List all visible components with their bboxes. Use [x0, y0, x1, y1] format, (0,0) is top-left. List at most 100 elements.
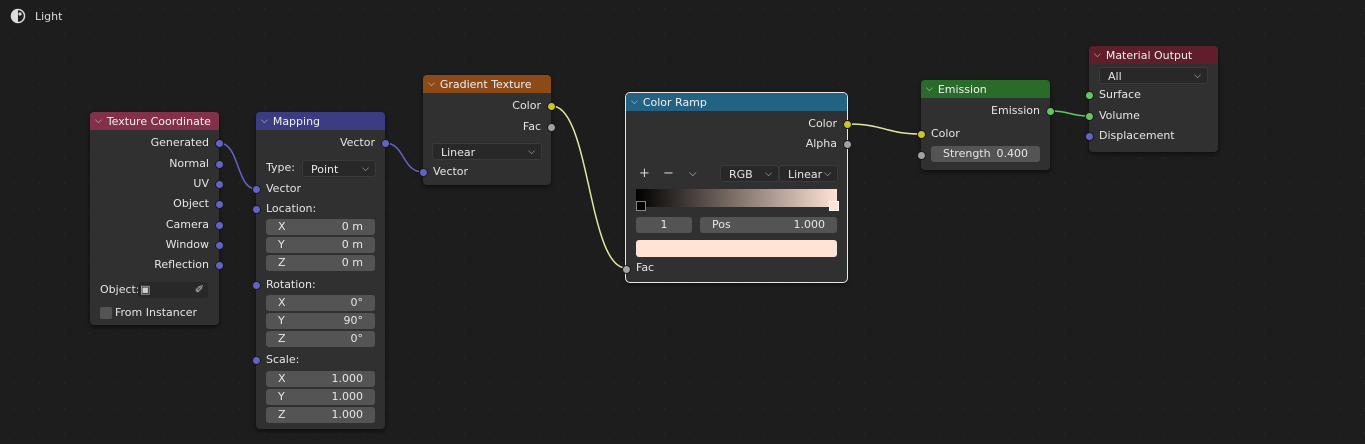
output-vector: Vector [339, 136, 375, 149]
material-output-node[interactable]: ⌵ Material Output All ⌵ Surface Volume D… [1085, 46, 1218, 152]
color-ramp-gradient-bar[interactable] [636, 189, 837, 207]
chevron-down-icon[interactable]: ⌵ [428, 79, 435, 89]
socket-vector-in[interactable] [252, 185, 261, 194]
location-x-field[interactable]: X0 m [266, 219, 375, 235]
node-title: Material Output [1105, 48, 1193, 62]
link-gradient-fac [551, 105, 627, 269]
scale-label: Scale: [266, 353, 300, 366]
output-reflection: Reflection [154, 258, 209, 271]
output-fac: Fac [522, 120, 541, 133]
link-mapping-vector [384, 142, 424, 173]
socket-alpha-out[interactable] [843, 140, 852, 149]
location-label: Location: [266, 202, 317, 215]
color-mode-dropdown[interactable]: RGB ⌵ [720, 165, 779, 182]
chevron-down-icon[interactable]: ⌵ [95, 116, 102, 126]
eyedropper-icon[interactable]: ✐ [195, 282, 204, 298]
scale-z-field[interactable]: Z 1.000 [266, 407, 375, 423]
gradient-type-value: Linear [441, 146, 476, 159]
surface-input-label: Surface [1099, 88, 1141, 101]
socket-volume-in[interactable] [1085, 112, 1094, 121]
node-title: Texture Coordinate [106, 114, 211, 128]
node-header[interactable]: ⌵ Texture Coordinate [90, 112, 219, 130]
node-header[interactable]: ⌵ Color Ramp [626, 93, 847, 111]
active-stop-index-field[interactable]: 1 [636, 217, 692, 233]
socket-scale[interactable] [252, 356, 261, 365]
object-field[interactable]: ▣ ✐ [138, 282, 208, 298]
socket-fac-in[interactable] [622, 265, 631, 274]
output-camera: Camera [165, 218, 209, 231]
socket-surface-in[interactable] [1085, 91, 1094, 100]
vector-input-label: Vector [266, 182, 302, 195]
stop-color-swatch[interactable] [636, 240, 837, 257]
add-stop-icon[interactable]: + [639, 166, 650, 182]
chevron-down-icon[interactable]: ⌵ [631, 97, 638, 107]
fac-input-label: Fac [636, 261, 655, 274]
link-emission-volume [1050, 110, 1090, 117]
socket-color-out[interactable] [547, 102, 556, 111]
link-generated-vector [218, 142, 257, 190]
output-emission: Emission [991, 104, 1040, 117]
socket-color-out[interactable] [843, 120, 852, 129]
emission-node[interactable]: ⌵ Emission Emission Color Strength 0.400 [917, 80, 1055, 170]
socket-rotation[interactable] [252, 281, 261, 290]
remove-stop-icon[interactable]: − [663, 166, 674, 182]
target-value: All [1108, 70, 1122, 83]
location-y-field[interactable]: Y0 m [266, 237, 375, 253]
mapping-node[interactable]: ⌵ Mapping Vector Type: Point ⌵ Vector Lo… [252, 112, 390, 429]
ramp-stop-black-handle[interactable] [636, 201, 646, 211]
strength-field[interactable]: Strength 0.400 [931, 146, 1040, 162]
socket-window[interactable] [215, 241, 224, 250]
interpolation-dropdown[interactable]: Linear ⌵ [779, 165, 838, 182]
rotation-x-field[interactable]: X 0° [266, 295, 375, 311]
ramp-menu-chevron-icon[interactable]: ⌵ [689, 166, 697, 182]
output-color: Color [808, 117, 837, 130]
socket-camera[interactable] [215, 221, 224, 230]
interpolation-value: Linear [788, 168, 823, 181]
scale-y-field[interactable]: Y 1.000 [266, 389, 375, 405]
node-header[interactable]: ⌵ Gradient Texture [423, 75, 551, 93]
gradient-type-dropdown[interactable]: Linear ⌵ [432, 143, 542, 160]
stop-position-field[interactable]: Pos 1.000 [700, 217, 837, 233]
node-title: Mapping [272, 114, 321, 128]
output-window: Window [165, 238, 209, 251]
scale-x-field[interactable]: X 1.000 [266, 371, 375, 387]
node-header[interactable]: ⌵ Emission [921, 80, 1050, 98]
target-dropdown[interactable]: All ⌵ [1099, 67, 1208, 84]
socket-strength-in[interactable] [917, 151, 926, 160]
link-ramp-color [847, 123, 922, 135]
chevron-down-icon: ⌵ [824, 169, 831, 179]
socket-reflection[interactable] [215, 261, 224, 270]
from-instancer-checkbox[interactable] [100, 307, 112, 319]
chevron-down-icon[interactable]: ⌵ [1094, 50, 1101, 60]
ramp-stop-white-handle[interactable] [829, 201, 839, 211]
type-dropdown[interactable]: Point ⌵ [302, 160, 376, 177]
socket-normal[interactable] [215, 160, 224, 169]
chevron-down-icon: ⌵ [528, 147, 535, 157]
socket-uv[interactable] [215, 180, 224, 189]
rotation-y-field[interactable]: Y 90° [266, 313, 375, 329]
socket-location[interactable] [252, 205, 261, 214]
chevron-down-icon: ⌵ [362, 164, 369, 174]
socket-vector-out[interactable] [381, 139, 390, 148]
from-instancer-label: From Instancer [115, 306, 198, 319]
color-ramp-node[interactable]: ⌵ Color Ramp Color Alpha + − ⌵ RGB ⌵ Lin… [622, 92, 852, 283]
type-value: Point [311, 163, 339, 176]
texture-coordinate-node[interactable]: ⌵ Texture Coordinate Generated Normal UV… [90, 112, 224, 325]
rotation-z-field[interactable]: Z 0° [266, 331, 375, 347]
node-title: Gradient Texture [439, 77, 532, 91]
socket-fac-out[interactable] [547, 123, 556, 132]
socket-emission-out[interactable] [1046, 107, 1055, 116]
chevron-down-icon[interactable]: ⌵ [261, 116, 268, 126]
location-z-field[interactable]: Z0 m [266, 255, 375, 271]
socket-object[interactable] [215, 200, 224, 209]
chevron-down-icon[interactable]: ⌵ [926, 84, 933, 94]
node-header[interactable]: ⌵ Material Output [1089, 46, 1218, 64]
socket-vector-in[interactable] [419, 168, 428, 177]
socket-displacement-in[interactable] [1085, 132, 1094, 141]
node-title: Emission [937, 82, 987, 96]
node-header[interactable]: ⌵ Mapping [256, 112, 385, 130]
socket-generated[interactable] [215, 139, 224, 148]
gradient-texture-node[interactable]: ⌵ Gradient Texture Color Fac Linear ⌵ Ve… [419, 75, 556, 185]
socket-color-in[interactable] [917, 130, 926, 139]
output-color: Color [512, 99, 541, 112]
